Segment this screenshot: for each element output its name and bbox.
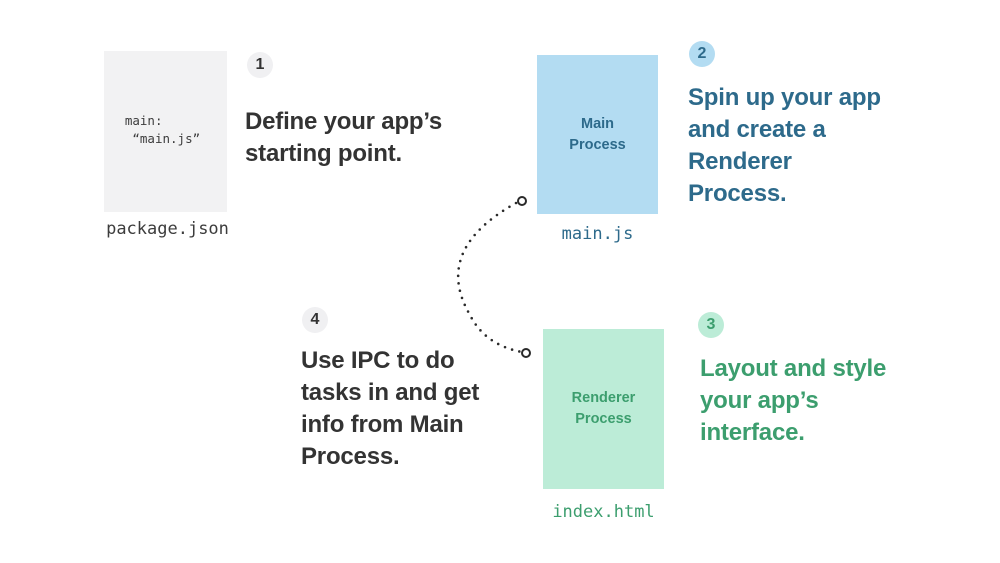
connector-endpoint-top-icon xyxy=(517,196,527,206)
connector-endpoint-bottom-icon xyxy=(521,348,531,358)
ipc-connector xyxy=(456,196,531,358)
ipc-dotted-arc xyxy=(456,201,524,354)
